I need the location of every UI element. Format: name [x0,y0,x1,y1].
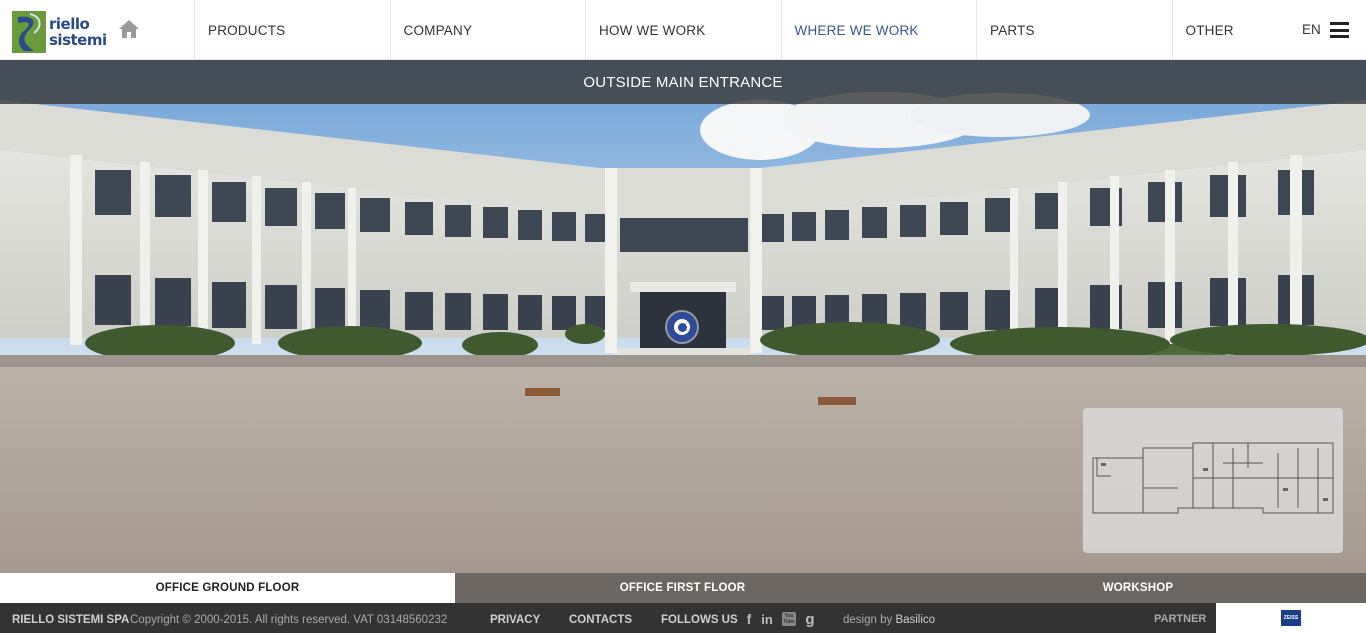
floor-plan-drawing [1092,442,1334,514]
partner-logo-box[interactable]: ZEISS [1216,603,1366,633]
top-navigation-bar: riello sistemi PRODUCTS COMPANY HOW WE W… [0,0,1366,60]
panorama-title: OUTSIDE MAIN ENTRANCE [0,60,1366,104]
nav-other[interactable]: OTHER [1171,0,1292,60]
facebook-icon[interactable]: f [741,611,757,627]
footer-contacts-link[interactable]: CONTACTS [569,614,632,626]
zeiss-logo: ZEISS [1281,610,1301,626]
floor-tabs: OFFICE GROUND FLOOR OFFICE FIRST FLOOR W… [0,573,1366,603]
logo-wordmark: riello sistemi [49,16,107,48]
design-by-label: design by [843,614,893,626]
floor-plan-minimap[interactable] [1083,408,1343,553]
logo-wordmark-line1: riello [49,15,90,33]
footer-company-name: RIELLO SISTEMI SPA [12,614,130,626]
footer-follow-us-label: FOLLOWS US [661,614,738,626]
designer-name[interactable]: Basilico [895,614,935,626]
main-nav: PRODUCTS COMPANY HOW WE WORK WHERE WE WO… [194,0,1292,60]
footer-design-credit: design by Basilico [843,614,935,626]
home-icon[interactable] [118,19,140,39]
nav-where-we-work[interactable]: WHERE WE WORK [780,0,977,60]
language-selector[interactable]: EN [1302,22,1321,37]
footer-privacy-link[interactable]: PRIVACY [490,614,540,626]
panorama-viewer[interactable]: OUTSIDE MAIN ENTRANCE [0,60,1366,573]
navigation-hotspot-icon[interactable] [667,312,697,342]
footer: RIELLO SISTEMI SPA Copyright © 2000-2015… [0,603,1366,633]
footer-partner-label: PARTNER [1154,613,1207,625]
nav-parts[interactable]: PARTS [976,0,1172,60]
tab-office-first-floor[interactable]: OFFICE FIRST FLOOR [455,573,910,603]
logo-mark-icon [12,11,46,53]
nav-how-we-work[interactable]: HOW WE WORK [585,0,781,60]
tab-office-ground-floor[interactable]: OFFICE GROUND FLOOR [0,573,455,603]
footer-copyright: Copyright © 2000-2015. All rights reserv… [130,614,448,626]
hamburger-menu-icon[interactable] [1330,22,1349,38]
youtube-icon[interactable]: You Tube [782,612,796,626]
google-plus-icon[interactable]: g [802,611,818,628]
nav-products[interactable]: PRODUCTS [194,0,390,60]
tab-workshop[interactable]: WORKSHOP [910,573,1366,603]
logo-wordmark-line2: sistemi [49,31,107,49]
linkedin-icon[interactable]: in [759,611,775,627]
riello-sistemi-logo[interactable]: riello sistemi [12,10,107,54]
nav-company[interactable]: COMPANY [389,0,586,60]
